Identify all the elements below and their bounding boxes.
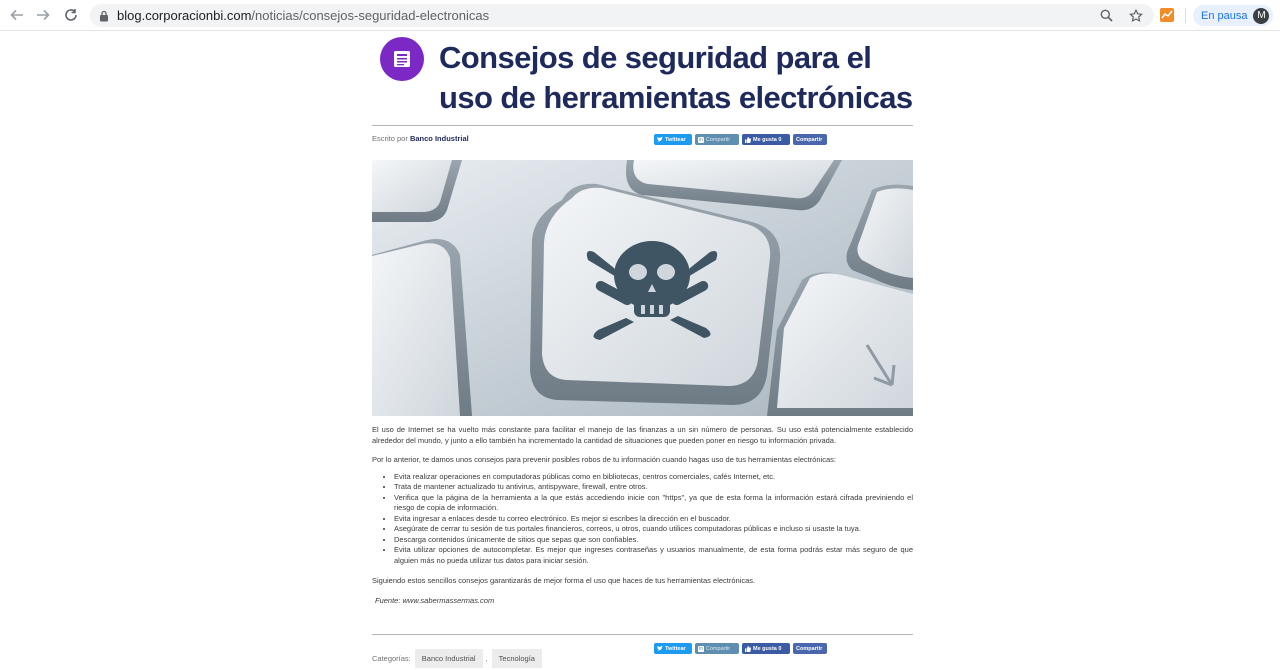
twitter-icon	[657, 137, 663, 142]
source-note: Fuente: www.sabermassermas.com	[375, 595, 495, 605]
zoom-icon[interactable]	[1098, 8, 1114, 24]
divider	[372, 125, 913, 126]
address-bar[interactable]: blog.corporacionbi.com/noticias/consejos…	[90, 4, 1154, 27]
list-item: Verifica que la página de la herramienta…	[394, 493, 913, 514]
twitter-share-button[interactable]: Twittear	[654, 134, 692, 145]
article: Consejos de seguridad para el uso de her…	[372, 31, 913, 668]
paragraph: Por lo anterior, te damos unos consejos …	[372, 455, 837, 464]
list-item: Evita ingresar a enlaces desde tu correo…	[394, 514, 913, 525]
profile-button[interactable]: En pausa M	[1193, 5, 1274, 26]
page-title: Consejos de seguridad para el uso de her…	[439, 40, 913, 115]
twitter-share-label: Twittear	[665, 645, 686, 652]
share-bar-bottom: Twittear in Compartir Me gusta 0 Compart…	[654, 643, 827, 654]
list-item: Evita realizar operaciones en computador…	[394, 472, 913, 483]
tips-list: Evita realizar operaciones en computador…	[394, 472, 913, 567]
author-link[interactable]: Banco Industrial	[410, 134, 469, 143]
byline: Escrito por Banco Industrial	[372, 134, 469, 143]
avatar: M	[1253, 7, 1270, 24]
url-domain: blog.corporacionbi.com	[117, 8, 252, 23]
list-item: Descarga contenidos únicamente de sitios…	[394, 535, 913, 546]
thumbs-up-icon	[745, 136, 751, 143]
paragraph: El uso de Internet se ha vuelto más cons…	[372, 425, 913, 445]
linkedin-icon: in	[698, 645, 704, 652]
list-item: Evita utilizar opciones de autocompletar…	[394, 545, 913, 566]
twitter-share-label: Twittear	[665, 136, 686, 143]
linkedin-share-label: Compartir	[705, 136, 731, 143]
thumbs-up-icon	[745, 645, 751, 652]
newspaper-icon	[380, 37, 424, 81]
hero-image	[372, 160, 913, 416]
url-text[interactable]: blog.corporacionbi.com/noticias/consejos…	[117, 8, 489, 23]
category-tag[interactable]: Banco Industrial	[414, 649, 483, 668]
twitter-share-button[interactable]: Twittear	[654, 643, 692, 654]
profile-status: En pausa	[1201, 9, 1248, 22]
facebook-share-label: Compartir	[796, 645, 823, 652]
linkedin-share-label: Compartir	[705, 645, 731, 652]
url-path: /noticias/consejos-seguridad-electronica…	[251, 8, 490, 23]
facebook-share-label: Compartir	[796, 136, 823, 143]
twitter-icon	[657, 646, 663, 651]
share-bar: Twittear in Compartir Me gusta 0 Compart…	[654, 134, 827, 145]
categories: Categorías: Banco Industrial , Tecnologí…	[372, 649, 542, 668]
linkedin-share-button[interactable]: in Compartir	[695, 134, 739, 145]
lock-icon[interactable]	[99, 10, 109, 22]
facebook-like-label: Me gusta 0	[753, 136, 782, 143]
star-icon[interactable]	[1128, 8, 1144, 24]
linkedin-icon: in	[698, 136, 704, 143]
byline-prefix: Escrito por	[372, 134, 408, 143]
toolbar-divider	[1185, 8, 1186, 23]
article-header: Consejos de seguridad para el uso de her…	[372, 31, 913, 125]
facebook-like-button[interactable]: Me gusta 0	[742, 643, 790, 654]
browser-toolbar: blog.corporacionbi.com/noticias/consejos…	[0, 0, 1280, 31]
list-item: Asegúrate de cerrar tu sesión de tus por…	[394, 524, 913, 535]
article-body: El uso de Internet se ha vuelto más cons…	[372, 425, 913, 606]
forward-arrow-icon[interactable]	[32, 4, 54, 26]
skull-key-icon	[372, 160, 913, 416]
reload-icon[interactable]	[60, 4, 82, 26]
category-tag[interactable]: Tecnología	[491, 649, 542, 668]
divider	[372, 634, 913, 635]
facebook-share-button[interactable]: Compartir	[793, 134, 827, 145]
extension-icon[interactable]	[1160, 8, 1174, 22]
paragraph: Siguiendo estos sencillos consejos garan…	[372, 576, 756, 585]
categories-label: Categorías:	[372, 654, 411, 663]
linkedin-share-button[interactable]: in Compartir	[695, 643, 739, 654]
list-item: Trata de mantener actualizado tu antivir…	[394, 482, 913, 493]
category-separator: ,	[485, 654, 488, 663]
facebook-share-button[interactable]: Compartir	[793, 643, 827, 654]
back-arrow-icon[interactable]	[6, 4, 28, 26]
facebook-like-button[interactable]: Me gusta 0	[742, 134, 790, 145]
facebook-like-label: Me gusta 0	[753, 645, 782, 652]
